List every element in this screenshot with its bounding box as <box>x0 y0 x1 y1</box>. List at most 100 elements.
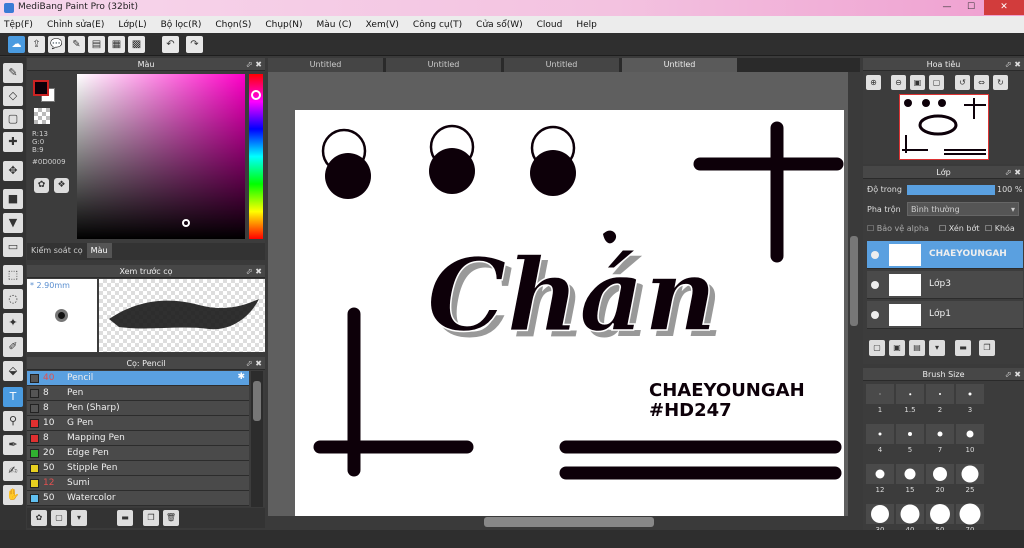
brush-list-scrollbar[interactable] <box>251 371 263 507</box>
rotate-left-icon[interactable]: ↺ <box>955 75 970 90</box>
panel-float-close-icon[interactable]: ⬀ ✖ <box>1005 166 1021 179</box>
visibility-icon[interactable] <box>871 281 879 289</box>
dot-tool-icon[interactable]: ✚ <box>3 132 23 152</box>
menu-item-3[interactable]: Bộ lọc(R) <box>161 20 202 30</box>
brush-row[interactable]: 12 Sumi <box>27 476 249 491</box>
redo-icon[interactable]: ↷ <box>186 36 203 53</box>
eraser-tool-icon[interactable]: ◇ <box>3 86 23 106</box>
operation-icon[interactable]: ⚲ <box>3 411 23 431</box>
menu-item-2[interactable]: Lớp(L) <box>118 20 146 30</box>
menu-item-11[interactable]: Help <box>576 20 597 30</box>
visibility-icon[interactable] <box>871 311 879 319</box>
panel-float-close-icon[interactable]: ⬀ ✖ <box>246 357 262 370</box>
text-tool-icon[interactable]: T <box>3 387 23 407</box>
brush-size-cell[interactable] <box>956 464 984 484</box>
menu-item-0[interactable]: Tệp(F) <box>4 20 33 30</box>
select-rect-icon[interactable]: ▢ <box>3 109 23 129</box>
hue-slider-cursor[interactable] <box>251 90 261 100</box>
brush-size-cell[interactable] <box>866 384 894 404</box>
brush-menu-icon[interactable]: ▾ <box>71 510 87 526</box>
brush-size-cell[interactable] <box>866 424 894 444</box>
minimize-button[interactable]: — <box>934 0 960 15</box>
gradient-icon[interactable]: ▭ <box>3 237 23 257</box>
brush-list-scroll-thumb[interactable] <box>253 381 261 421</box>
cloud-icon[interactable]: ☁ <box>8 36 25 53</box>
lasso-icon[interactable]: ◌ <box>3 289 23 309</box>
brush-size-cell[interactable] <box>926 384 954 404</box>
navigator-thumbnail[interactable] <box>899 94 989 160</box>
duplicate-icon[interactable]: ❐ <box>143 510 159 526</box>
panel-float-close-icon[interactable]: ⬀ ✖ <box>246 265 262 278</box>
add-layer-menu-icon[interactable]: ▾ <box>929 340 945 356</box>
rotate-right-icon[interactable]: ↻ <box>993 75 1008 90</box>
tab-document-1[interactable]: Untitled <box>386 58 502 72</box>
tab-document-2[interactable]: Untitled <box>504 58 620 72</box>
menu-item-5[interactable]: Chụp(N) <box>265 20 302 30</box>
undo-icon[interactable]: ↶ <box>162 36 179 53</box>
chat-icon[interactable]: 💬 <box>48 36 65 53</box>
tab-document-0[interactable]: Untitled <box>268 58 384 72</box>
brush-size-cell[interactable] <box>956 424 984 444</box>
trash-icon[interactable]: 🗑 <box>163 510 179 526</box>
folder-icon[interactable]: ▬ <box>117 510 133 526</box>
protect-alpha-checkbox[interactable]: ☐ Bảo vệ alpha <box>867 224 929 233</box>
transparent-color-swatch[interactable] <box>34 108 50 124</box>
lock-checkbox[interactable]: ☐ Khóa <box>985 224 1015 233</box>
folder-icon[interactable]: ▬ <box>955 340 971 356</box>
eyedropper-icon[interactable]: ✒ <box>3 435 23 455</box>
brush-size-cell[interactable] <box>926 464 954 484</box>
fit-window-icon[interactable]: ▣ <box>910 75 925 90</box>
pen-divide-icon[interactable]: ✍ <box>3 461 23 481</box>
new-brush-icon[interactable]: ▢ <box>51 510 67 526</box>
gear-icon[interactable]: ✱ <box>237 372 245 382</box>
page-icon[interactable]: ▤ <box>88 36 105 53</box>
magic-wand-icon[interactable]: ✦ <box>3 313 23 333</box>
brush-row[interactable]: 8 Pen <box>27 386 249 401</box>
select-eraser-icon[interactable]: ⬙ <box>3 361 23 381</box>
comment-icon[interactable]: ✎ <box>68 36 85 53</box>
new-layer-1bit-icon[interactable]: ▤ <box>909 340 925 356</box>
menu-item-4[interactable]: Chọn(S) <box>215 20 251 30</box>
saturation-value-picker[interactable] <box>77 74 245 239</box>
layer-row[interactable]: Lớp1 <box>867 301 1023 329</box>
menu-item-9[interactable]: Cửa sổ(W) <box>476 20 522 30</box>
panel-float-close-icon[interactable]: ⬀ ✖ <box>1005 58 1021 71</box>
brush-size-cell[interactable] <box>956 503 984 525</box>
canvas-vertical-scroll-thumb[interactable] <box>850 236 858 326</box>
duplicate-layer-icon[interactable]: ❐ <box>979 340 995 356</box>
select-area-icon[interactable]: ⬚ <box>3 265 23 285</box>
flip-icon[interactable]: ⇔ <box>974 75 989 90</box>
brush-row[interactable]: 8 Pen (Sharp) <box>27 401 249 416</box>
tab-document-3[interactable]: Untitled <box>622 58 738 72</box>
brush-size-cell[interactable] <box>926 424 954 444</box>
canvas-horizontal-scroll-thumb[interactable] <box>484 517 654 527</box>
new-layer-8bit-icon[interactable]: ▣ <box>889 340 905 356</box>
foreground-color-swatch[interactable] <box>33 80 49 96</box>
brush-size-cell[interactable] <box>896 384 924 404</box>
menu-item-8[interactable]: Công cụ(T) <box>413 20 462 30</box>
color-settings-icon[interactable]: ❖ <box>54 178 69 193</box>
brush-row[interactable]: 10 G Pen <box>27 416 249 431</box>
brush-size-cell[interactable] <box>896 424 924 444</box>
move-tool-icon[interactable]: ✥ <box>3 161 23 181</box>
fill-rect-icon[interactable]: ■ <box>3 189 23 209</box>
visibility-icon[interactable] <box>871 251 879 259</box>
layer-row[interactable]: CHAEYOUNGAH <box>867 241 1023 269</box>
menu-item-1[interactable]: Chỉnh sửa(E) <box>47 20 104 30</box>
brush-size-cell[interactable] <box>926 504 954 524</box>
grid-icon[interactable]: ▦ <box>108 36 125 53</box>
new-layer-icon[interactable]: ▢ <box>869 340 885 356</box>
brush-tool-icon[interactable]: ✎ <box>3 63 23 83</box>
tile-icon[interactable]: ▩ <box>128 36 145 53</box>
opacity-slider[interactable] <box>907 185 995 195</box>
panel-float-close-icon[interactable]: ⬀ ✖ <box>246 58 262 71</box>
brush-row[interactable]: 50 Stipple Pen <box>27 461 249 476</box>
brush-size-cell[interactable] <box>896 464 924 484</box>
brush-size-cell[interactable] <box>956 384 984 404</box>
blend-mode-select[interactable]: Bình thường ▾ <box>907 202 1019 216</box>
menu-item-10[interactable]: Cloud <box>537 20 563 30</box>
clipping-checkbox[interactable]: ☐ Xén bớt <box>939 224 979 233</box>
brush-row[interactable]: 20 Edge Pen <box>27 446 249 461</box>
bucket-icon[interactable]: ▼ <box>3 213 23 233</box>
maximize-button[interactable]: ☐ <box>958 0 984 15</box>
